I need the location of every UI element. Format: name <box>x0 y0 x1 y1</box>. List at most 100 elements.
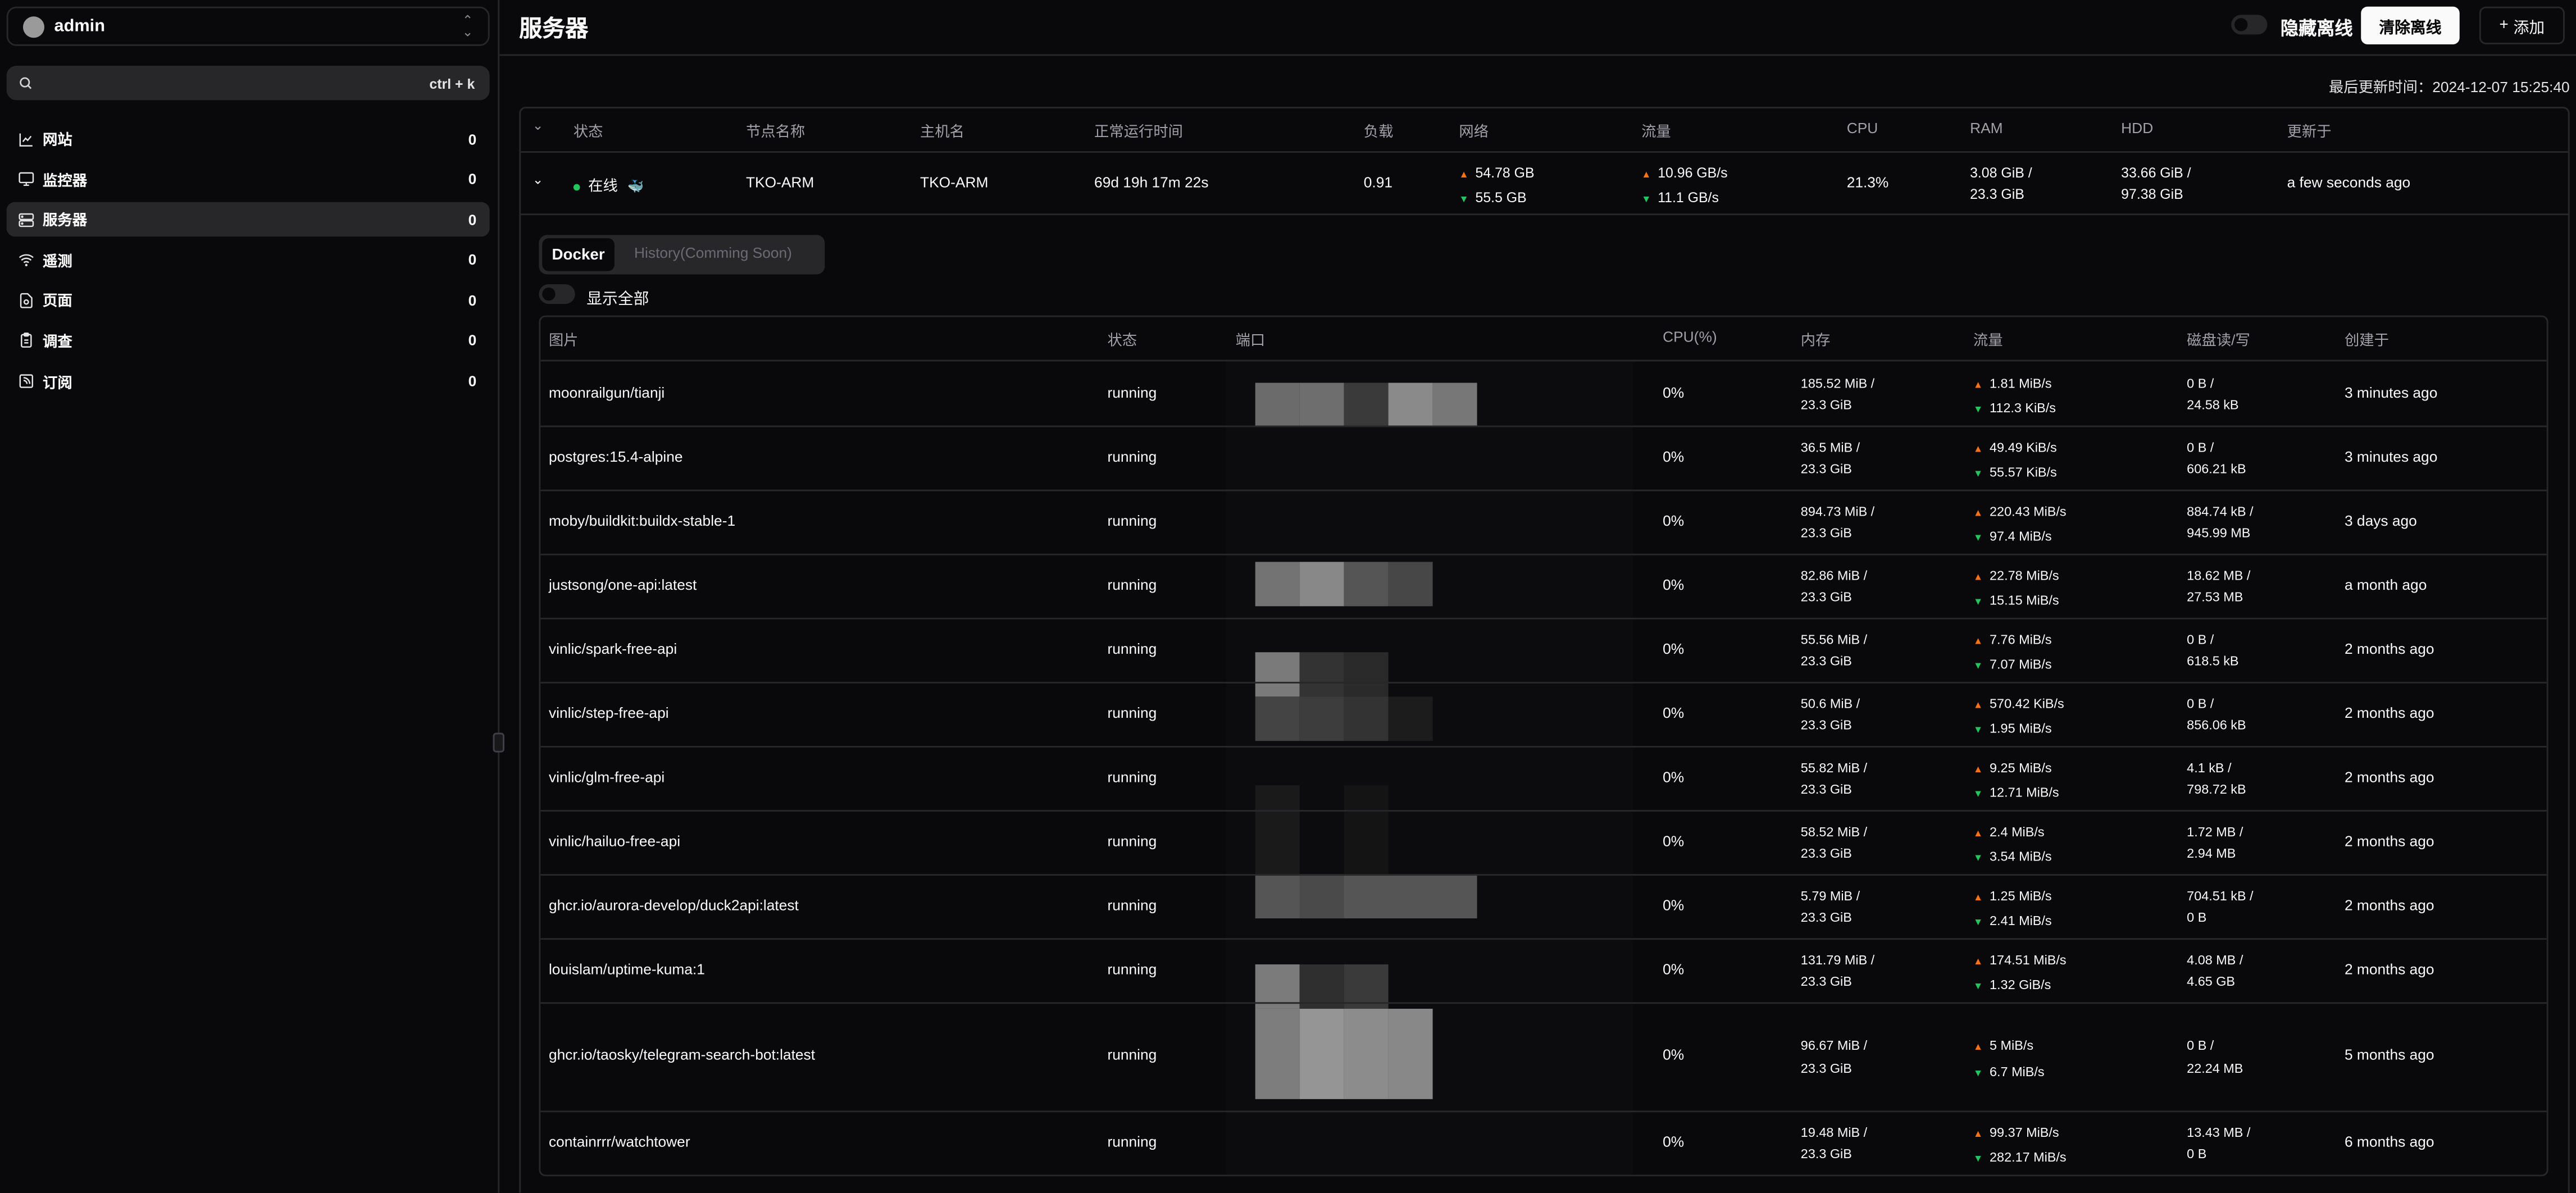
sidebar-item-pages[interactable]: 页面 0 <box>7 283 490 317</box>
clear-offline-button[interactable]: 清除离线 <box>2361 6 2460 44</box>
sidebar-item-count: 0 <box>468 130 477 147</box>
sidebar: admin ⌃ ⌄ ctrl + k 网站 0 监控器 0 服务器 0 遥测 0… <box>0 0 500 1193</box>
chevron-down-icon[interactable]: ⌄ <box>533 172 544 187</box>
show-all-toggle[interactable] <box>539 284 575 304</box>
image-name: ghcr.io/aurora-develop/duck2api:latest <box>548 896 799 913</box>
col-ram[interactable]: RAM <box>1970 120 2003 136</box>
arrow-down-icon: ▼ <box>1973 470 1983 480</box>
server-icon <box>19 212 34 227</box>
sidebar-item-surveys[interactable]: 调查 0 <box>7 324 490 358</box>
container-status: running <box>1107 383 1157 400</box>
memory-used: 50.6 MiB / <box>1800 695 1860 711</box>
add-button-label: 添加 <box>2513 19 2545 37</box>
disk-cell: 4.1 kB / 798.72 kB <box>2187 757 2246 801</box>
image-name: louislam/uptime-kuma:1 <box>548 960 705 977</box>
cpu-percent: 0% <box>1663 383 1685 400</box>
cpu-percent: 0% <box>1663 512 1685 529</box>
disk-cell: 0 B / 606.21 kB <box>2187 436 2246 481</box>
col-network[interactable]: 网络 <box>1459 120 1489 142</box>
traffic-up: 1.81 MiB/s <box>1990 375 2052 390</box>
disk-read: 1.72 MB / <box>2187 823 2243 839</box>
created-at: 6 months ago <box>2344 1132 2434 1150</box>
col-disk-rw[interactable]: 磁盘读/写 <box>2187 329 2250 350</box>
disk-cell: 704.51 kB / 0 B <box>2187 885 2253 929</box>
add-button[interactable]: + 添加 <box>2479 6 2565 44</box>
disk-write: 856.06 kB <box>2187 718 2246 733</box>
traffic-up: 7.76 MiB/s <box>1990 631 2052 646</box>
col-uptime[interactable]: 正常运行时间 <box>1094 120 1183 142</box>
disk-cell: 4.08 MB / 4.65 GB <box>2187 949 2243 993</box>
tab-docker[interactable]: Docker <box>542 238 615 271</box>
image-name: vinlic/glm-free-api <box>548 768 665 785</box>
col-created[interactable]: 创建于 <box>2345 329 2389 350</box>
col-traffic[interactable]: 流量 <box>1973 329 2003 350</box>
plus-icon: + <box>2499 16 2509 35</box>
sidebar-item-servers[interactable]: 服务器 0 <box>6 202 490 237</box>
col-load[interactable]: 负载 <box>1364 120 1394 142</box>
col-state[interactable]: 状态 <box>1107 329 1137 350</box>
user-switcher[interactable]: admin ⌃ ⌄ <box>6 6 490 46</box>
disk-write: 27.53 MB <box>2187 590 2243 605</box>
table-row: vinlic/step-free-api running 0% 50.6 MiB / 2… <box>540 682 2547 748</box>
disk-write: 0 B <box>2187 1146 2207 1162</box>
arrow-down-icon: ▼ <box>1973 726 1983 736</box>
sidebar-item-label: 网站 <box>43 131 72 148</box>
col-node[interactable]: 节点名称 <box>746 120 805 142</box>
container-status: running <box>1107 576 1157 593</box>
memory-cell: 131.79 MiB / 23.3 GiB <box>1801 949 1874 993</box>
col-updated[interactable]: 更新于 <box>2287 120 2332 142</box>
sidebar-item-count: 0 <box>468 252 477 268</box>
traffic-down: 55.57 KiB/s <box>1990 465 2057 480</box>
col-cpu[interactable]: CPU <box>1847 120 1878 136</box>
col-hdd[interactable]: HDD <box>2121 120 2153 136</box>
col-memory[interactable]: 内存 <box>1801 329 1831 350</box>
created-at: 2 months ago <box>2344 832 2434 849</box>
col-image[interactable]: 图片 <box>549 329 579 350</box>
memory-cell: 82.86 MiB / 23.3 GiB <box>1801 564 1867 609</box>
col-status[interactable]: 状态 <box>574 120 603 142</box>
traffic-down: 12.71 MiB/s <box>1990 785 2059 800</box>
traffic-up: 174.51 MiB/s <box>1990 952 2067 967</box>
traffic-up: 570.42 KiB/s <box>1990 695 2064 711</box>
hide-offline-toggle[interactable] <box>2231 15 2268 35</box>
sidebar-item-label: 服务器 <box>43 212 88 229</box>
sidebar-item-telemetry[interactable]: 遥测 0 <box>7 243 490 277</box>
created-at: 3 minutes ago <box>2344 448 2438 465</box>
image-name: vinlic/hailuo-free-api <box>548 832 681 849</box>
container-status: running <box>1107 960 1157 977</box>
ram-used: 3.08 GiB / <box>1970 164 2032 181</box>
tab-history[interactable]: History(Comming Soon) <box>634 245 792 261</box>
disk-read: 13.43 MB / <box>2187 1124 2251 1140</box>
cpu-percent: 0% <box>1663 896 1685 913</box>
hdd-used: 33.66 GiB / <box>2121 164 2191 181</box>
memory-total: 23.3 GiB <box>1800 397 1852 413</box>
node-name: TKO-ARM <box>745 174 814 191</box>
arrow-up-icon: ▲ <box>1973 380 1983 390</box>
sidebar-item-subscriptions[interactable]: 订阅 0 <box>7 364 490 398</box>
traffic-up: 220.43 MiB/s <box>1990 503 2067 518</box>
col-traffic[interactable]: 流量 <box>1641 120 1671 142</box>
col-host[interactable]: 主机名 <box>920 120 964 142</box>
disk-cell: 18.62 MB / 27.53 MB <box>2187 564 2250 609</box>
chart-icon <box>19 133 33 146</box>
search-input[interactable]: ctrl + k <box>6 66 490 101</box>
traffic-down: 112.3 KiB/s <box>1990 400 2056 416</box>
traffic-cell: ▲ 1.81 MiB/s ▼ 112.3 KiB/s <box>1973 372 2056 424</box>
container-status: running <box>1107 1046 1157 1063</box>
tab-bar: Docker History(Comming Soon) <box>539 235 825 275</box>
disk-read: 0 B / <box>2187 375 2214 390</box>
col-ports[interactable]: 端口 <box>1236 329 1266 350</box>
col-cpu-percent[interactable]: CPU(%) <box>1663 329 1717 345</box>
chevron-down-icon[interactable]: ⌄ <box>533 119 544 133</box>
sidebar-item-monitors[interactable]: 监控器 0 <box>7 162 490 196</box>
sidebar-item-websites[interactable]: 网站 0 <box>7 121 490 156</box>
created-at: 2 months ago <box>2344 768 2434 785</box>
arrow-down-icon: ▼ <box>1973 854 1983 864</box>
image-name: vinlic/spark-free-api <box>548 640 677 657</box>
cpu-percent: 0% <box>1663 448 1685 465</box>
arrow-down-icon: ▼ <box>1973 1068 1983 1079</box>
disk-write: 798.72 kB <box>2187 782 2246 797</box>
table-row: vinlic/spark-free-api running 0% 55.56 MiB … <box>540 618 2547 684</box>
arrow-down-icon: ▼ <box>1973 598 1983 608</box>
sidebar-item-count: 0 <box>468 211 477 228</box>
